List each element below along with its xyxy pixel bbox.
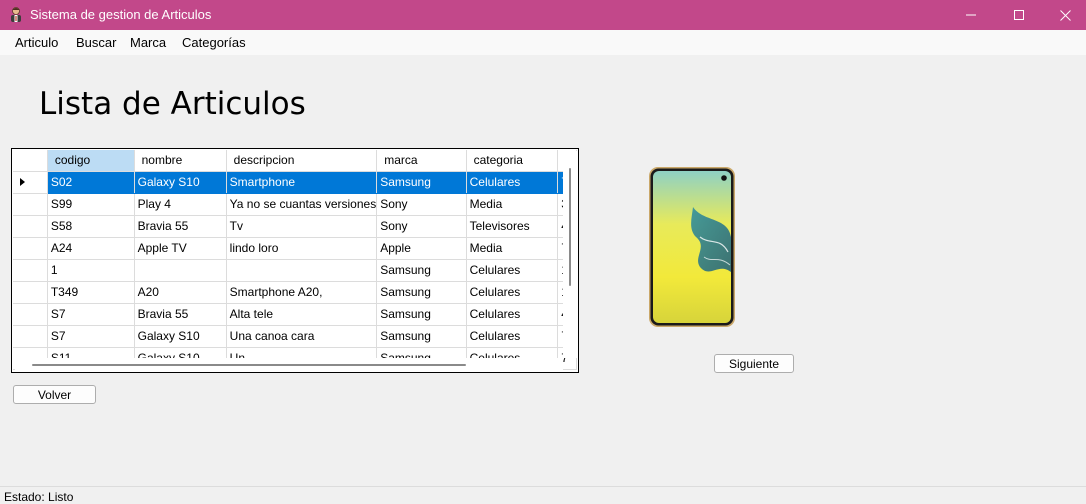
window-title: Sistema de gestion de Articulos [30,7,212,22]
row-header-cell[interactable] [13,281,48,304]
articles-table: codigo nombre descripcion marca categori… [13,150,577,370]
table-cell-nombre[interactable]: Play 4 [134,193,227,216]
back-button-label: Volver [37,387,72,402]
vertical-scroll-thumb[interactable] [569,168,571,286]
status-bar: Estado: Listo [0,486,1086,504]
table-cell-descripcion[interactable]: Smartphone A20, [226,281,378,304]
table-cell-descripcion[interactable]: Alta tele [226,303,378,326]
row-header-cell[interactable] [13,237,48,260]
table-cell-marca[interactable]: Samsung [376,303,467,326]
table-cell-categoria[interactable]: Celulares [466,303,559,326]
table-cell-nombre[interactable]: Galaxy S10 [134,171,227,194]
articles-grid[interactable]: codigo nombre descripcion marca categori… [11,148,579,373]
row-header-cell[interactable] [13,325,48,348]
table-cell-codigo[interactable]: 1 [47,259,135,282]
back-button[interactable]: Volver [13,385,96,404]
menu-marca[interactable]: Marca [130,35,166,50]
table-cell-categoria[interactable]: Televisores [466,215,559,238]
row-header-cell[interactable] [13,259,48,282]
table-row[interactable]: S7Bravia 55Alta teleSamsungCelulares4 [13,303,577,326]
row-header-cell[interactable] [13,303,48,326]
table-cell-codigo[interactable]: S02 [47,171,135,194]
table-row[interactable]: S7 Galaxy S10 Una canoa cara Samsung Celular… [13,325,577,348]
table-cell-nombre[interactable]: Bravia 55 [134,303,227,326]
table-cell-nombre[interactable]: Apple TV [134,237,227,260]
column-header-marca[interactable]: marca [376,150,467,172]
table-row[interactable]: S58Bravia 55TvSonyTelevisores4 [13,215,577,238]
table-cell-marca[interactable]: Samsung [376,171,467,194]
next-button[interactable]: Siguiente [714,354,794,373]
next-button-label: Siguiente [728,356,780,371]
row-header-cell[interactable] [13,171,48,194]
close-button[interactable] [1042,0,1086,30]
table-cell-descripcion[interactable]: lindo loro [226,237,378,260]
maximize-button[interactable] [996,0,1042,30]
table-cell-categoria[interactable]: Celulares [466,325,559,348]
table-cell-marca[interactable]: Apple [376,237,467,260]
table-cell-nombre[interactable]: Bravia 55 [134,215,227,238]
table-cell-nombre[interactable]: A20 [134,281,227,304]
table-cell-marca[interactable]: Sony [376,215,467,238]
table-cell-categoria[interactable]: Celulares [466,171,559,194]
table-cell-codigo[interactable]: S58 [47,215,135,238]
table-cell-categoria[interactable]: Celulares [466,259,559,282]
table-cell-descripcion[interactable]: Smartphone [226,171,378,194]
table-cell-marca[interactable]: Sony [376,193,467,216]
table-row[interactable]: S02Galaxy S10SmartphoneSamsungCelulares7 [13,171,577,194]
app-user-icon [11,7,21,22]
page-title: Lista de Articulos [39,86,306,122]
table-cell-categoria[interactable]: Celulares [466,281,559,304]
table-cell-marca[interactable]: Samsung [376,281,467,304]
table-cell-descripcion[interactable] [226,259,378,282]
row-header-cell[interactable] [13,193,48,216]
row-header-cell[interactable] [13,215,48,238]
table-cell-descripcion[interactable]: Una canoa cara [226,325,378,348]
table-cell-codigo[interactable]: S7 [47,325,135,348]
table-cell-nombre[interactable]: Galaxy S10 [134,325,227,348]
grid-header-row: codigo nombre descripcion marca categori… [13,150,577,172]
table-cell-categoria[interactable]: Media [466,193,559,216]
horizontal-scrollbar[interactable] [15,358,563,372]
table-row[interactable]: T349A20Smartphone A20,SamsungCelulares1 [13,281,577,304]
maximize-icon [1014,10,1024,20]
table-cell-marca[interactable]: Samsung [376,259,467,282]
article-image [648,167,736,327]
table-row[interactable]: A24Apple TVlindo loroAppleMedia7 [13,237,577,260]
close-icon [1059,9,1071,21]
horizontal-scroll-thumb[interactable] [32,364,466,366]
table-cell-codigo[interactable]: S99 [47,193,135,216]
grid-body: S02Galaxy S10SmartphoneSamsungCelulares7… [13,171,577,370]
table-cell-marca[interactable]: Samsung [376,325,467,348]
column-header-nombre[interactable]: nombre [134,150,227,172]
minimize-button[interactable] [948,0,994,30]
column-header-codigo[interactable]: codigo [47,150,135,172]
menu-categorias[interactable]: Categorías [182,35,246,50]
table-cell-codigo[interactable]: T349 [47,281,135,304]
table-cell-nombre[interactable] [134,259,227,282]
column-header-descripcion[interactable]: descripcion [226,150,378,172]
minimize-icon [966,14,976,16]
menu-bar: Articulo Buscar Marca Categorías [0,30,1086,55]
column-header-categoria[interactable]: categoria [466,150,559,172]
app-window: Sistema de gestion de Articulos Articulo… [0,0,1086,504]
table-row[interactable]: S99 Play 4 Ya no se cuantas versiones Sony M… [13,193,577,216]
vertical-scrollbar[interactable] [563,151,577,358]
table-row[interactable]: 1SamsungCelulares1 [13,259,577,282]
table-cell-descripcion[interactable]: Tv [226,215,378,238]
table-cell-codigo[interactable]: S7 [47,303,135,326]
current-row-arrow-icon [20,178,25,186]
grid-corner-cell[interactable] [13,150,48,172]
status-text: Estado: Listo [4,490,74,504]
menu-buscar[interactable]: Buscar [76,35,116,50]
menu-articulo[interactable]: Articulo [15,35,58,50]
phone-image [649,167,735,327]
title-bar[interactable]: Sistema de gestion de Articulos [0,0,1086,30]
table-cell-descripcion[interactable]: Ya no se cuantas versiones [226,193,378,216]
table-cell-categoria[interactable]: Media [466,237,559,260]
table-cell-codigo[interactable]: A24 [47,237,135,260]
